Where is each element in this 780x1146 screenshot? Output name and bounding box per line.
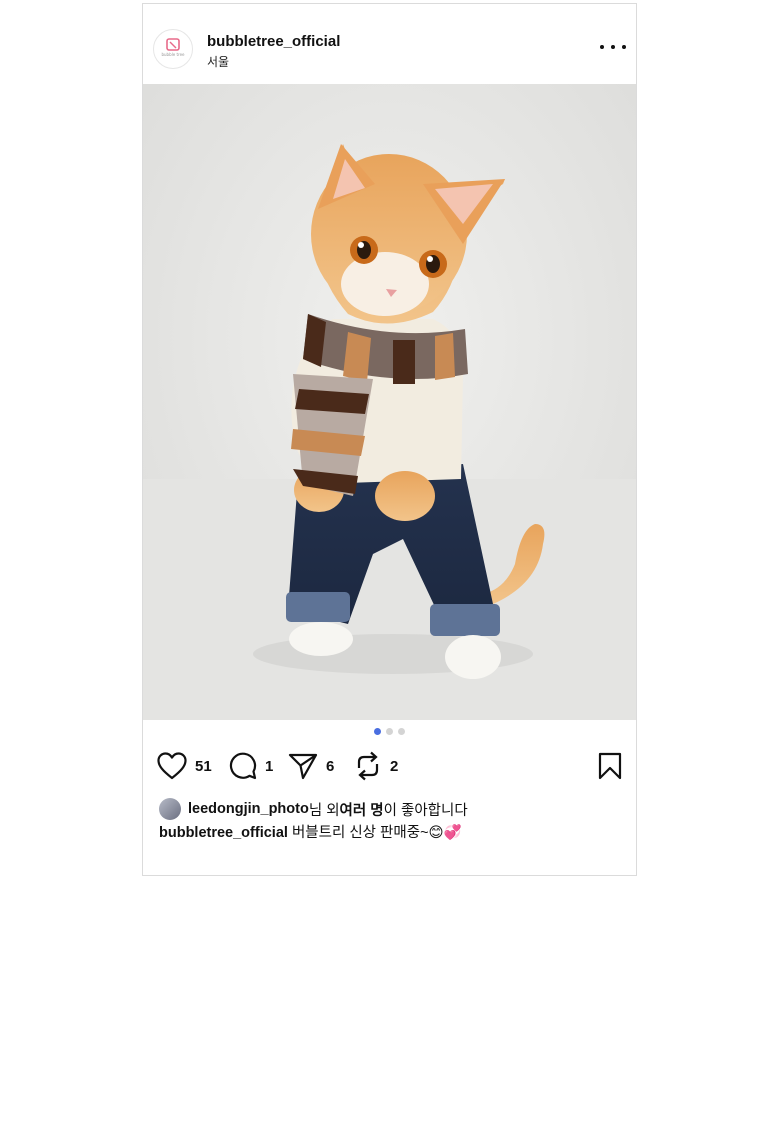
cat-photo-image — [143, 84, 636, 720]
carousel-dot[interactable] — [386, 728, 393, 735]
post-caption: bubbletree_official 버블트리 신상 판매중~😊💞 — [159, 821, 462, 842]
post-header: bubble tree bubbletree_official 서울 — [143, 4, 636, 84]
comment-button[interactable]: 1 — [229, 748, 273, 784]
comment-icon — [229, 752, 257, 780]
post-username[interactable]: bubbletree_official — [207, 33, 340, 50]
carousel-indicator — [143, 728, 636, 735]
comment-count: 1 — [265, 757, 274, 775]
heart-icon — [157, 752, 187, 780]
send-icon — [288, 753, 318, 780]
like-button[interactable]: 51 — [157, 748, 212, 784]
svg-text:bubble tree: bubble tree — [161, 52, 185, 57]
bookmark-icon — [598, 752, 622, 780]
likes-summary: leedongjin_photo 님 외 여러 명이 좋아합니다 — [159, 798, 468, 820]
bookmark-button[interactable] — [598, 752, 622, 785]
more-options-icon[interactable] — [600, 40, 626, 54]
repost-icon — [357, 751, 379, 781]
carousel-dot[interactable] — [398, 728, 405, 735]
caption-username[interactable]: bubbletree_official — [159, 825, 288, 841]
post-actions: 51 1 6 2 — [157, 748, 622, 784]
likes-text-2: 이 좋아합니다 — [383, 802, 468, 819]
carousel-dot[interactable] — [374, 728, 381, 735]
post-location[interactable]: 서울 — [207, 53, 229, 70]
likes-text-1: 님 외 — [308, 802, 340, 819]
repost-count: 2 — [390, 757, 399, 775]
share-count: 6 — [326, 757, 335, 775]
post-photo[interactable] — [143, 84, 636, 720]
repost-button[interactable]: 2 — [354, 748, 398, 784]
liker-avatar[interactable] — [159, 798, 181, 820]
share-button[interactable]: 6 — [288, 748, 334, 784]
caption-text: 버블트리 신상 판매중~😊💞 — [287, 825, 462, 841]
liker-username[interactable]: leedongjin_photo — [188, 801, 309, 817]
like-count: 51 — [195, 757, 212, 775]
post-card: bubble tree bubbletree_official 서울 51 1 … — [142, 3, 637, 876]
likes-others-link[interactable]: 여러 명 — [340, 799, 384, 820]
brand-logo-icon: bubble tree — [161, 38, 185, 57]
profile-avatar[interactable]: bubble tree — [153, 29, 193, 69]
